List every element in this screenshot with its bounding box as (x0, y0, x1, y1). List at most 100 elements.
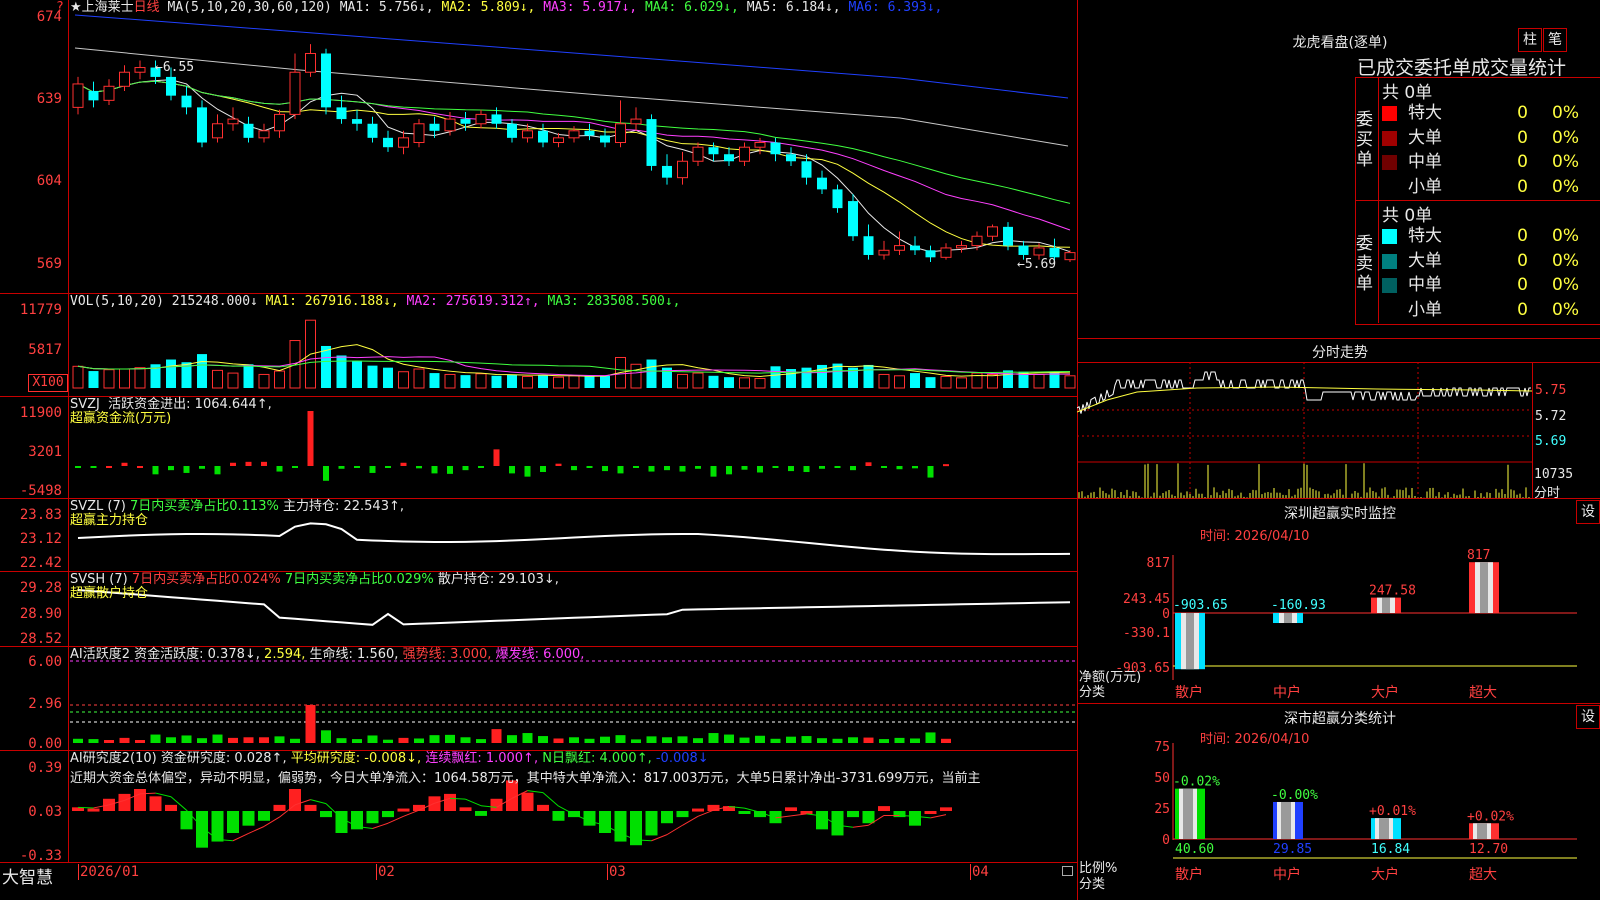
research-line (465, 798, 482, 807)
classify-change-label: +0.02% (1467, 809, 1514, 824)
ai-research-label1: 资金研究度: 0.028↑, (160, 751, 287, 766)
research-bar (258, 811, 270, 821)
research-bar (165, 804, 177, 811)
fund-flow-bar (245, 461, 252, 466)
lock-icon[interactable] (1062, 866, 1073, 876)
classify-settings-button[interactable]: 设 (1576, 705, 1600, 729)
candle-body (134, 67, 146, 73)
ai-active-label3: 生命线: 1.560, (309, 647, 399, 662)
buy-row: 特大 0 0% (1382, 101, 1600, 125)
ai-active-label2: 2.594, (264, 647, 306, 662)
fund-flow-bar (137, 466, 143, 468)
candle-body (584, 130, 595, 136)
candle-body (507, 123, 517, 138)
ma-line-6 (74, 14, 1069, 99)
research-bar (459, 807, 472, 811)
candle-body (662, 165, 672, 178)
fund-flow-bar (850, 466, 856, 471)
volume-bar (460, 375, 471, 388)
activity-bar (352, 739, 362, 743)
activity-bar (73, 738, 83, 743)
monitor-axis-label: 0 (1162, 607, 1170, 622)
activity-bar (321, 730, 331, 743)
research-bar (909, 811, 921, 826)
candle-body (1018, 245, 1029, 255)
candle-body (724, 154, 734, 162)
activity-bar (631, 739, 641, 743)
fund-flow-bar (741, 466, 748, 470)
candle-body (1064, 252, 1076, 261)
fund-flow-bar (152, 466, 159, 475)
classify-category-label: 中户 (1273, 867, 1301, 883)
research-line (77, 806, 94, 809)
volume-bar (522, 375, 533, 389)
svzj-axis-label: 11900 (19, 405, 62, 421)
research-bar (118, 793, 131, 811)
sell-value: 0 (1517, 275, 1528, 295)
fund-flow-bar (447, 466, 453, 474)
volume-bar (646, 359, 657, 388)
monitor-settings-button[interactable]: 设 (1576, 500, 1600, 524)
research-bar (645, 811, 658, 836)
classify-change-label: -0.02% (1173, 775, 1220, 790)
research-line (155, 792, 172, 798)
activity-bar (228, 737, 238, 743)
activity-bar (119, 737, 130, 743)
vol-ma-value-2: MA2: 275619.312↑, (398, 294, 540, 309)
research-bar (397, 808, 410, 812)
vol-prefix: VOL(5,10,20) (70, 294, 164, 309)
research-bar (878, 806, 890, 811)
candle-body (987, 226, 998, 237)
candle-body (460, 119, 471, 124)
column-view-button[interactable]: 柱 (1518, 28, 1542, 52)
svzl-prefix: SVZL (7) (70, 499, 126, 514)
candle-body (305, 52, 316, 73)
activity-bar (925, 732, 936, 743)
svzl-axis-label: 22.42 (19, 555, 62, 571)
fund-flow-bar (493, 449, 500, 466)
fund-flow-bar (927, 466, 934, 478)
svsh-axis-label: 29.28 (19, 580, 62, 596)
classify-chart: 75 50 25 0 -0.02% 40.60 -0.00% 29.85 +0.01% 16.84… (1154, 740, 1577, 859)
volume-bar (227, 372, 239, 389)
research-bar (785, 807, 797, 811)
candle-body (553, 137, 564, 144)
candle-body (243, 123, 254, 138)
fund-flow-bar (168, 466, 174, 471)
sell-pct: 0% (1552, 226, 1579, 246)
activity-bar (522, 733, 533, 743)
svsh-prefix: SVSH (7) (70, 572, 128, 587)
ai-active-header: AI活跃度2 资金活跃度: 0.378↓, 2.594, 生命线: 1.560,… (70, 647, 584, 663)
research-bar (676, 811, 689, 818)
fund-flow-bar (214, 466, 221, 475)
candle-body (739, 146, 750, 162)
monitor-bar-shade (1382, 597, 1390, 613)
activity-bar (879, 739, 889, 743)
monitor-bar-shade (1186, 613, 1194, 670)
classify-bar-shade (1477, 823, 1487, 839)
activity-bar (755, 735, 765, 743)
activity-bar (197, 738, 207, 743)
volume-bar (940, 375, 952, 389)
buy-value: 0 (1517, 152, 1528, 172)
volume-bar (274, 370, 285, 389)
research-bar (304, 804, 317, 811)
candle-body (971, 235, 983, 247)
activity-bar (600, 736, 610, 743)
svzl-subtitle: 超赢主力持仓 (70, 513, 149, 528)
intraday-price-mid: 5.72 (1535, 409, 1567, 424)
classify-value-label: 40.60 (1175, 842, 1214, 857)
fund-flow-bar (896, 466, 903, 470)
intraday-chart (1077, 362, 1533, 498)
volume-bar (801, 367, 812, 388)
candle-body (600, 135, 610, 143)
fund-flow-bar (121, 462, 128, 466)
activity-bar (801, 736, 812, 743)
fund-flow-bar (183, 466, 190, 473)
logo[interactable]: 大智慧 (2, 863, 53, 888)
volume-bar (367, 365, 378, 388)
fund-flow-bar (633, 466, 639, 468)
volume-bar (103, 369, 115, 389)
volume-bar (630, 363, 642, 389)
tick-view-button[interactable]: 笔 (1543, 28, 1567, 52)
